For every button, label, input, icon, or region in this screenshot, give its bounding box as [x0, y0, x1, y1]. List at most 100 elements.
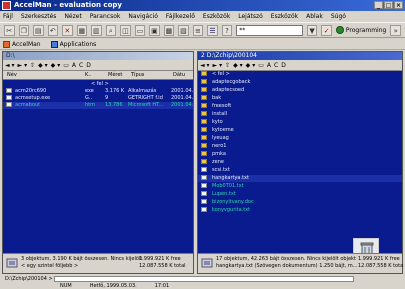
left-file-panel[interactable]: D:\ ◄ ▾ ► ▾ ⇧ ◆ ▾ ◆ ▾ ▭ A C D Név K.. Mé… — [2, 51, 194, 274]
filter-combo[interactable]: ** — [236, 24, 303, 36]
list-item-up[interactable]: < fel > — [198, 71, 402, 78]
large-icons-icon[interactable]: ▩ — [163, 24, 175, 36]
command-input[interactable] — [54, 276, 354, 282]
find-icon[interactable]: ⌕ — [105, 24, 117, 36]
maximize-button[interactable]: □ — [384, 1, 393, 9]
file-date: 2001.04. — [171, 88, 194, 94]
file-item[interactable]: scsi.txt — [198, 167, 402, 174]
list-icon[interactable]: ≡ — [192, 24, 204, 36]
folder-item[interactable]: kyto — [198, 119, 402, 126]
left-status: 3 objektum, 3.190 K bájt összesen. Nincs… — [3, 253, 193, 273]
left-up-icon[interactable]: ⇧ — [30, 62, 35, 69]
paste-icon[interactable]: ▤ — [33, 24, 44, 36]
file-name: konyvgurita.txt — [212, 207, 251, 213]
bookmark-icon[interactable]: ✓ — [321, 24, 332, 36]
left-drive-c-icon[interactable]: C — [79, 62, 83, 69]
file-icon — [201, 207, 207, 212]
minimize-button[interactable]: _ — [374, 1, 383, 9]
file-type: Microsoft HT... — [128, 102, 164, 108]
menu-tools[interactable]: Eszközök — [203, 13, 230, 20]
file-item[interactable]: bizonyitvany.doc — [198, 199, 402, 206]
accelman-button[interactable]: AccelMan — [3, 40, 41, 48]
col-ext[interactable]: K.. — [85, 72, 91, 78]
left-history-icon[interactable]: ◆ ▾ — [38, 62, 48, 69]
right-drive-d-icon[interactable]: D — [281, 62, 286, 69]
folder-item[interactable]: install — [198, 111, 402, 118]
right-drive-a-icon[interactable]: A — [267, 62, 271, 69]
copy-icon[interactable]: ❐ — [18, 24, 30, 36]
file-size: 3.176 K — [105, 88, 125, 94]
file-item[interactable]: hangkartya.txt — [198, 175, 402, 182]
title-bar: AccelMan - evaluation copy _ □ × — [0, 0, 405, 11]
left-folder-icon[interactable]: ▭ — [63, 62, 69, 69]
view-icon[interactable]: ▥ — [91, 24, 102, 36]
map-drive-icon[interactable]: ▭ — [134, 24, 146, 36]
details-icon[interactable]: ☰ — [207, 24, 218, 36]
left-panel-path: D:\ — [3, 52, 193, 60]
properties-icon[interactable]: ▦ — [76, 24, 88, 36]
menu-filemanager[interactable]: Fájlkezelő — [166, 13, 195, 20]
small-icons-icon[interactable]: ▧ — [178, 24, 189, 36]
menu-window[interactable]: Ablak — [306, 13, 323, 20]
folder-icon — [201, 151, 207, 156]
folder-item[interactable]: freesoft — [198, 103, 402, 110]
folder-item[interactable]: pmka — [198, 151, 402, 158]
right-file-panel[interactable]: 2 D:\Zchip\200104 ◄ ▾ ► ▾ ⇧ ◆ ▾ ◆ ▾ ▭ A … — [197, 51, 403, 274]
menu-player[interactable]: Lejátszó — [238, 13, 263, 20]
right-back-icon[interactable]: ◄ ▾ — [200, 62, 210, 69]
folder-item[interactable]: adaptecgoback — [198, 79, 402, 86]
right-history-icon[interactable]: ◆ ▾ — [233, 62, 243, 69]
right-forward-icon[interactable]: ► ▾ — [213, 62, 223, 69]
right-drive-c-icon[interactable]: C — [274, 62, 278, 69]
file-ext: G.. — [85, 95, 93, 101]
dos-icon[interactable]: ▣ — [149, 24, 160, 36]
applications-button[interactable]: Applications — [50, 40, 96, 48]
command-line-bar: D:\Zchip\200104 > — [2, 275, 403, 283]
menu-help[interactable]: Súgó — [331, 13, 346, 20]
left-drive-a-icon[interactable]: A — [72, 62, 76, 69]
folder-item[interactable]: nero1 — [198, 143, 402, 150]
file-item[interactable]: Lupen.txt — [198, 191, 402, 198]
filter-icon[interactable]: ▼ — [306, 24, 318, 36]
file-item[interactable]: konyvgurita.txt — [198, 207, 402, 214]
col-size[interactable]: Méret — [108, 72, 122, 78]
file-icon — [201, 183, 207, 188]
folder-item[interactable]: zene — [198, 159, 402, 166]
right-panel-path: 2 D:\Zchip\200104 — [198, 52, 402, 60]
network-icon[interactable]: ◫ — [120, 24, 131, 36]
cut-icon[interactable]: ✂ — [4, 24, 15, 36]
right-home-icon[interactable]: ◆ ▾ — [246, 62, 256, 69]
right-up-icon[interactable]: ⇧ — [225, 62, 230, 69]
left-home-icon[interactable]: ◆ ▾ — [51, 62, 61, 69]
menu-utilities[interactable]: Eszközök — [271, 13, 298, 20]
folder-item[interactable]: lyeuag — [198, 135, 402, 142]
left-drive-d-icon[interactable]: D — [86, 62, 91, 69]
more-icon[interactable]: » — [390, 24, 401, 36]
table-row[interactable]: acm20rc690 exe 3.176 K Alkalmazás 2001.04. — [3, 88, 193, 95]
folder-item[interactable]: adaptecsoed — [198, 87, 402, 94]
folder-item[interactable]: kytoeme — [198, 127, 402, 134]
col-date[interactable]: Dátu — [173, 72, 185, 78]
program-label: Programming — [345, 26, 387, 34]
undo-icon[interactable]: ↶ — [47, 24, 59, 36]
program-group-selector[interactable]: Programming — [335, 26, 387, 34]
col-name[interactable]: Név — [7, 72, 17, 78]
help-icon[interactable]: ? — [221, 24, 233, 36]
menu-edit[interactable]: Szerkesztés — [21, 13, 57, 20]
list-item-up[interactable]: < fel > — [3, 81, 193, 88]
table-row[interactable]: acmabout htm 13.786 Microsoft HT... 2001.04. — [3, 102, 193, 109]
close-button[interactable]: × — [394, 1, 403, 9]
file-item[interactable]: Mob0T01.txt — [198, 183, 402, 190]
delete-icon[interactable]: ✕ — [62, 24, 73, 36]
col-type[interactable]: Típus — [131, 72, 144, 78]
menu-commands[interactable]: Parancsok — [90, 13, 121, 20]
menu-view[interactable]: Nézet — [64, 13, 81, 20]
right-folder-icon[interactable]: ▭ — [258, 62, 264, 69]
left-forward-icon[interactable]: ► ▾ — [18, 62, 28, 69]
folder-item[interactable]: bak — [198, 95, 402, 102]
menu-file[interactable]: Fájl — [3, 13, 13, 20]
file-date: 2001.04. — [171, 95, 194, 101]
left-back-icon[interactable]: ◄ ▾ — [5, 62, 15, 69]
table-row[interactable]: acmsetup.exe G.. 9 GETRIGHT f.id 2001.04. — [3, 95, 193, 102]
menu-navigation[interactable]: Navigáció — [128, 13, 158, 20]
